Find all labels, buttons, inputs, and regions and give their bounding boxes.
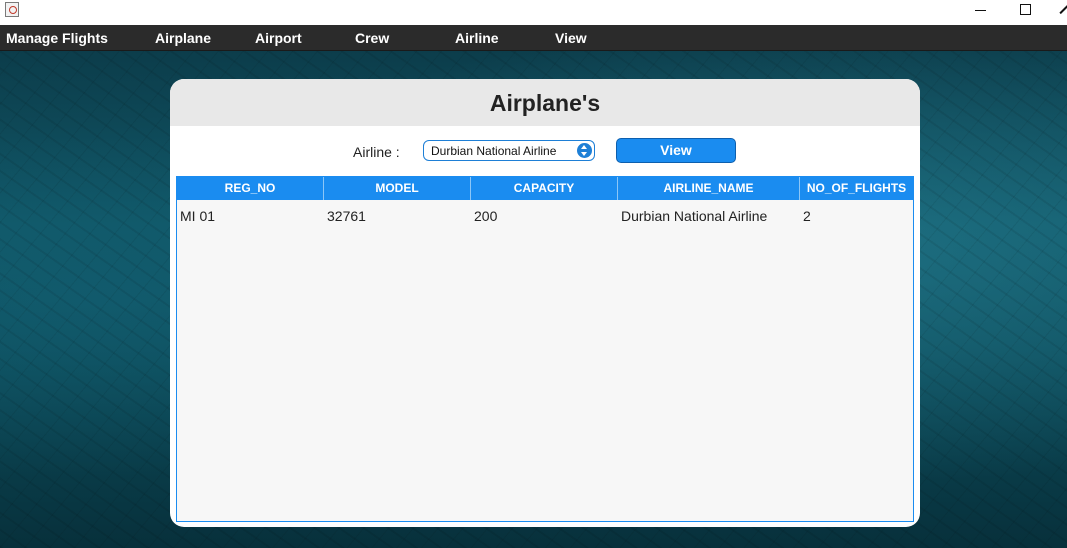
column-header-reg-no[interactable]: REG_NO (177, 177, 324, 200)
column-header-no-of-flights[interactable]: NO_OF_FLIGHTS (800, 177, 913, 200)
table-header: REG_NO MODEL CAPACITY AIRLINE_NAME NO_OF… (177, 177, 913, 200)
menu-airport[interactable]: Airport (255, 30, 302, 46)
column-header-model[interactable]: MODEL (324, 177, 471, 200)
page-title: Airplane's (489, 90, 601, 116)
cell-capacity: 200 (474, 208, 498, 224)
view-button[interactable]: View (616, 138, 736, 163)
title-bar (0, 0, 1067, 25)
maximize-icon[interactable] (1002, 0, 1048, 22)
airplanes-panel: Airplane's Airline : Durbian National Ai… (170, 79, 920, 527)
column-header-capacity[interactable]: CAPACITY (471, 177, 618, 200)
menu-airplane[interactable]: Airplane (155, 30, 211, 46)
menu-manage-flights[interactable]: Manage Flights (6, 30, 108, 46)
menu-crew[interactable]: Crew (355, 30, 389, 46)
cell-reg-no: MI 01 (180, 208, 216, 224)
table-row[interactable]: MI 01 32761 200 Durbian National Airline… (177, 201, 913, 229)
airline-select-value: Durbian National Airline (431, 144, 557, 158)
airline-select[interactable]: Durbian National Airline (423, 140, 595, 161)
app-window: Manage Flights Airplane Airport Crew Air… (0, 0, 1067, 548)
airline-filter-label: Airline : (353, 144, 400, 160)
cell-no-of-flights: 2 (803, 208, 811, 224)
minimize-icon[interactable] (957, 0, 1003, 22)
cell-airline-name: Durbian National Airline (621, 208, 768, 224)
menu-bar: Manage Flights Airplane Airport Crew Air… (0, 25, 1067, 51)
panel-header: Airplane's (170, 79, 920, 126)
java-app-icon (5, 2, 19, 17)
menu-view[interactable]: View (555, 30, 587, 46)
airplanes-table: REG_NO MODEL CAPACITY AIRLINE_NAME NO_OF… (176, 176, 914, 522)
menu-airline[interactable]: Airline (455, 30, 499, 46)
cell-model: 32761 (327, 208, 366, 224)
dropdown-arrows-icon (577, 143, 592, 158)
column-header-airline-name[interactable]: AIRLINE_NAME (618, 177, 800, 200)
close-icon[interactable] (1048, 0, 1067, 22)
